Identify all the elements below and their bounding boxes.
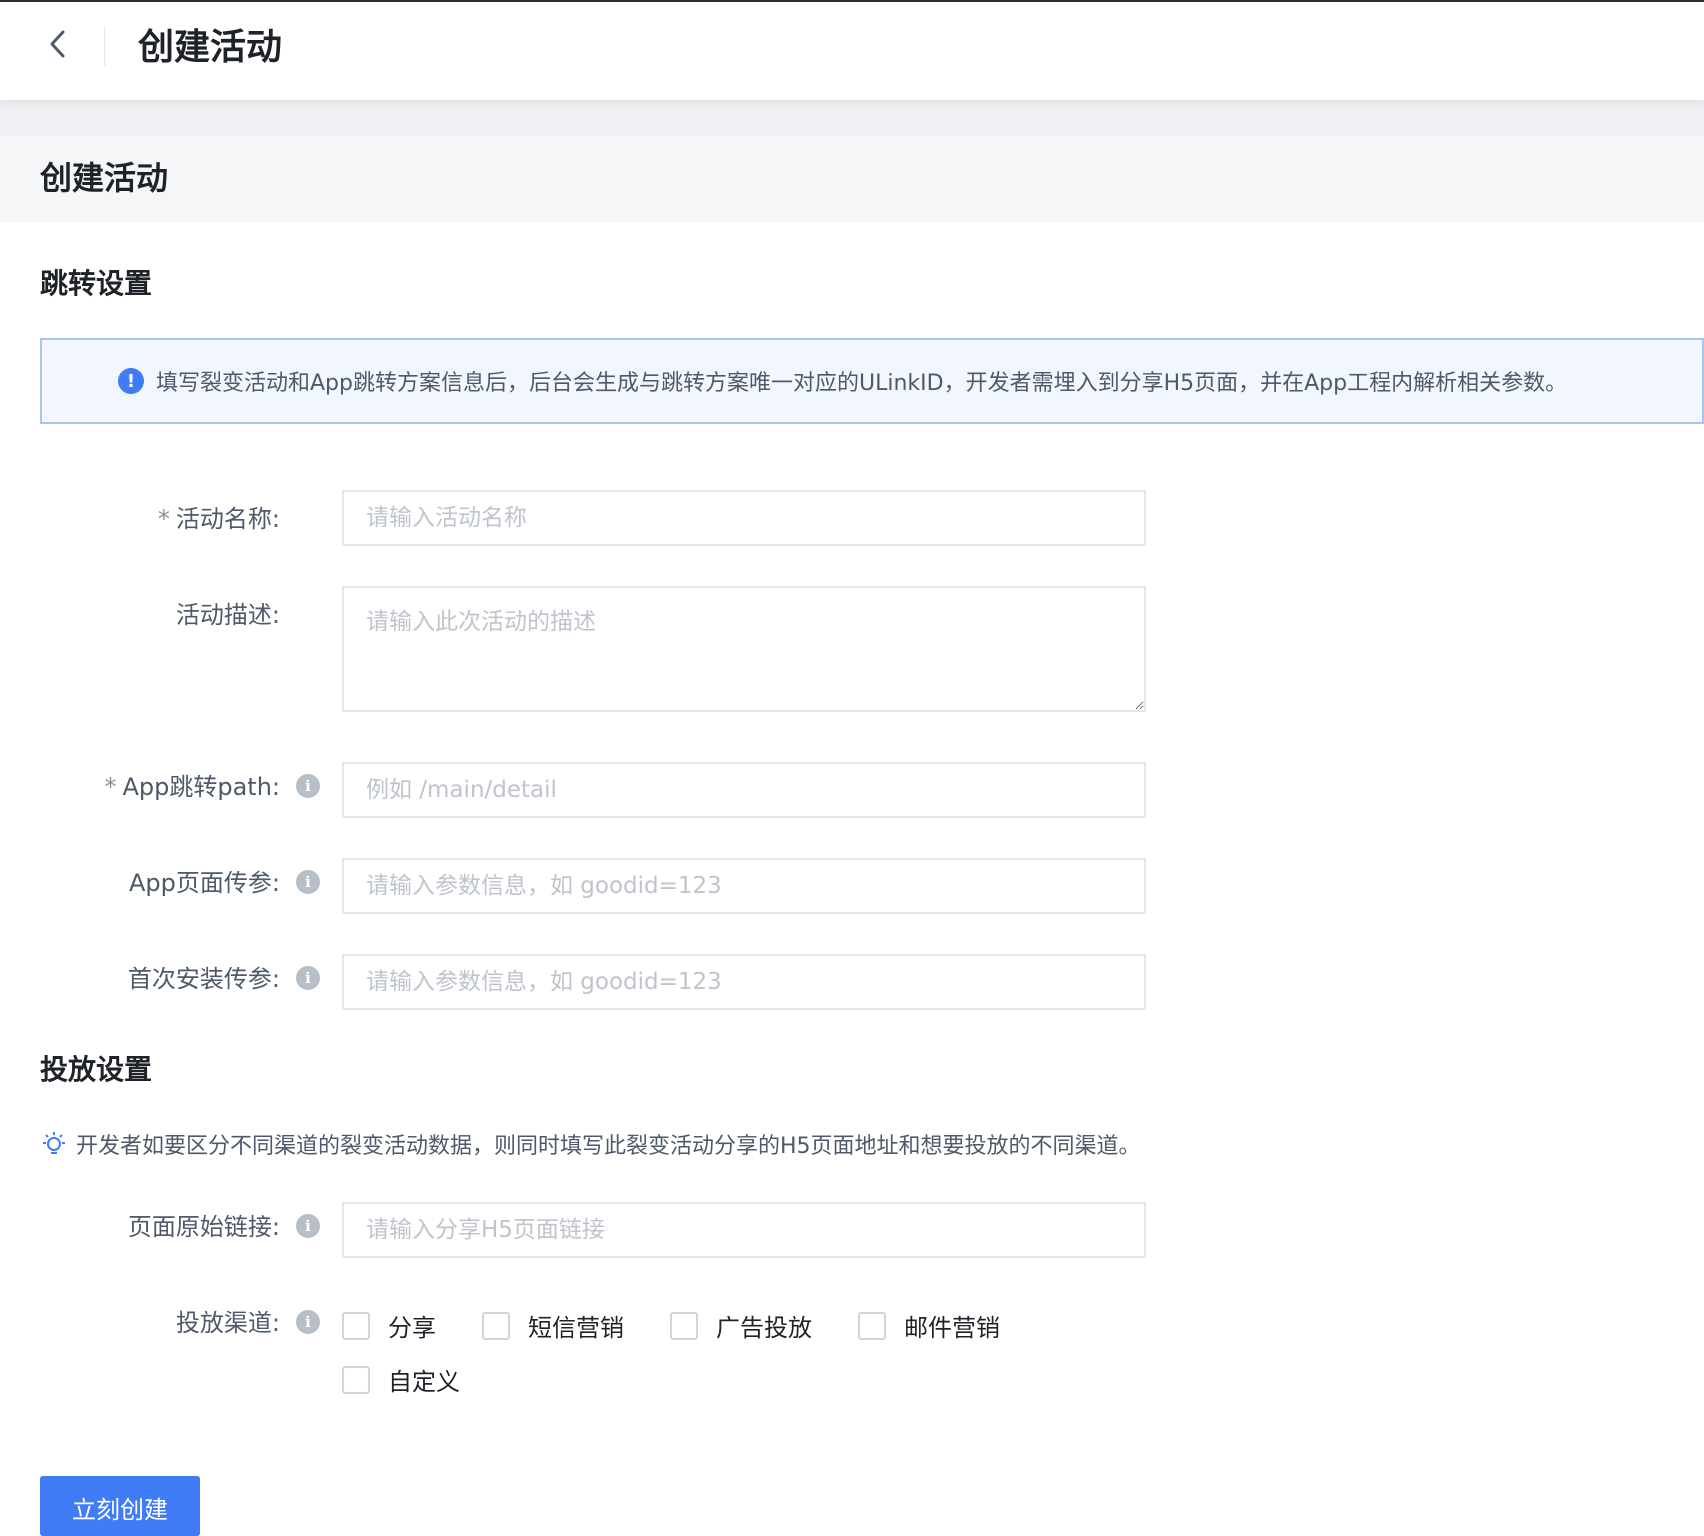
- channel-checkbox-custom[interactable]: 自定义: [342, 1362, 460, 1397]
- install-params-input[interactable]: [342, 954, 1146, 1010]
- checkbox-box[interactable]: [342, 1365, 370, 1394]
- required-mark: *: [157, 505, 170, 533]
- section-title-delivery: 投放设置: [40, 1053, 153, 1086]
- info-icon[interactable]: i: [296, 1214, 320, 1238]
- info-icon[interactable]: i: [296, 1310, 320, 1334]
- top-header: 创建活动: [0, 2, 1704, 100]
- header-divider: [104, 26, 105, 66]
- header-title: 创建活动: [138, 27, 283, 68]
- label-app-path: * App跳转path:: [104, 770, 280, 804]
- channel-checkbox-ads[interactable]: 广告投放: [670, 1308, 812, 1343]
- checkbox-label: 分享: [388, 1314, 436, 1342]
- required-mark: *: [104, 773, 117, 801]
- checkbox-label: 自定义: [388, 1368, 460, 1396]
- checkbox-label: 邮件营销: [904, 1314, 1000, 1342]
- checkbox-box[interactable]: [482, 1311, 510, 1340]
- lightbulb-icon: [43, 1132, 65, 1154]
- section-title-jump: 跳转设置: [40, 267, 153, 300]
- label-channels: 投放渠道:: [175, 1309, 280, 1337]
- label-page-params: App页面传参:: [129, 869, 280, 897]
- checkbox-label: 短信营销: [528, 1314, 624, 1342]
- channel-checkbox-sms[interactable]: 短信营销: [482, 1308, 624, 1343]
- alert-text: 填写裂变活动和App跳转方案信息后，后台会生成与跳转方案唯一对应的ULinkID…: [156, 371, 1568, 396]
- checkbox-label: 广告投放: [716, 1314, 812, 1342]
- page-title: 创建活动: [40, 159, 169, 197]
- page-link-input[interactable]: [342, 1202, 1146, 1258]
- channel-checkbox-email[interactable]: 邮件营销: [858, 1308, 1000, 1343]
- page-head: 创建活动: [0, 136, 1704, 222]
- chevron-left-icon: [50, 30, 65, 58]
- label-text: 活动名称:: [175, 505, 280, 533]
- checkbox-box[interactable]: [858, 1311, 886, 1340]
- activity-desc-textarea[interactable]: [342, 586, 1146, 712]
- channel-checkbox-share[interactable]: 分享: [342, 1308, 436, 1343]
- activity-name-input[interactable]: [342, 490, 1146, 546]
- label-page-link: 页面原始链接:: [127, 1213, 280, 1241]
- gray-gap: [0, 100, 1704, 136]
- info-alert: ! 填写裂变活动和App跳转方案信息后，后台会生成与跳转方案唯一对应的ULink…: [40, 338, 1704, 424]
- app-path-input[interactable]: [342, 762, 1146, 818]
- label-activity-name: * 活动名称:: [158, 502, 280, 536]
- exclamation-circle-icon: !: [118, 368, 144, 394]
- checkbox-box[interactable]: [342, 1311, 370, 1340]
- delivery-tip: 开发者如要区分不同渠道的裂变活动数据，则同时填写此裂变活动分享的H5页面地址和想…: [40, 1128, 1141, 1160]
- info-icon[interactable]: i: [296, 870, 320, 894]
- info-icon[interactable]: i: [296, 966, 320, 990]
- label-activity-desc: 活动描述:: [175, 601, 280, 629]
- info-icon[interactable]: i: [296, 774, 320, 798]
- label-install-params: 首次安装传参:: [127, 965, 280, 993]
- label-text: App跳转path:: [122, 773, 280, 801]
- page-params-input[interactable]: [342, 858, 1146, 914]
- create-now-button[interactable]: 立刻创建: [40, 1476, 200, 1536]
- back-button[interactable]: [38, 24, 78, 64]
- tip-text: 开发者如要区分不同渠道的裂变活动数据，则同时填写此裂变活动分享的H5页面地址和想…: [76, 1134, 1141, 1159]
- checkbox-box[interactable]: [670, 1311, 698, 1340]
